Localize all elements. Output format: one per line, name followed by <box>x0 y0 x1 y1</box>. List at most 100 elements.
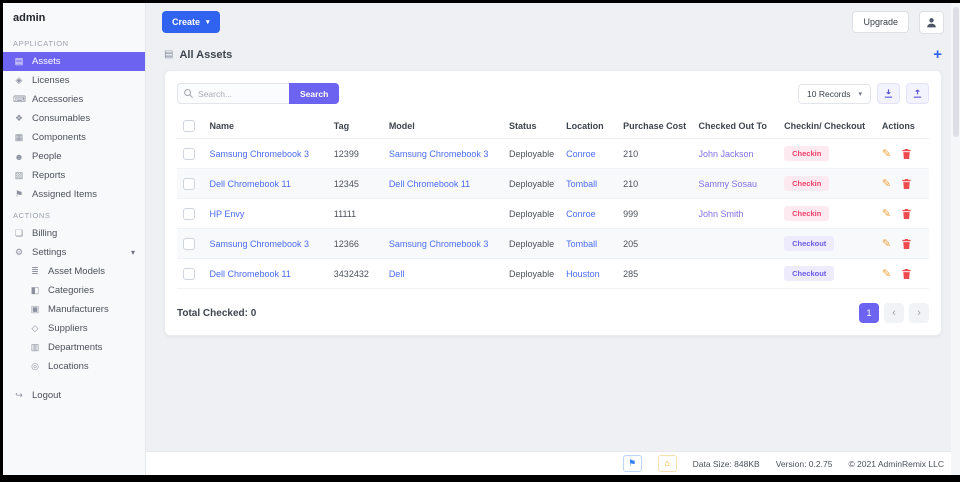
scrollbar-thumb[interactable] <box>952 7 959 137</box>
asset-purchase-cost: 205 <box>617 228 693 259</box>
asset-tag: 12399 <box>327 138 383 169</box>
data-size-text: Data Size: 848KB <box>692 458 760 469</box>
row-checkbox[interactable] <box>183 207 195 220</box>
delete-icon[interactable] <box>901 268 912 280</box>
asset-model-link[interactable]: Dell <box>382 258 504 289</box>
asset-location-link[interactable]: Conroe <box>560 138 618 169</box>
scrollbar[interactable] <box>951 3 960 475</box>
sidebar-item-asset-models[interactable]: ≣ Asset Models <box>3 262 145 281</box>
delete-icon[interactable] <box>901 238 912 250</box>
column-header-name: Name <box>203 114 328 139</box>
delete-icon[interactable] <box>901 208 912 220</box>
select-all-checkbox[interactable] <box>183 120 195 132</box>
add-asset-button[interactable]: + <box>933 47 942 62</box>
asset-name-link[interactable]: Dell Chromebook 11 <box>203 168 328 199</box>
sidebar-item-suppliers[interactable]: ◇ Suppliers <box>3 319 145 338</box>
edit-icon[interactable]: ✎ <box>882 178 891 190</box>
asset-location-link[interactable]: Conroe <box>560 198 618 229</box>
export-button[interactable] <box>877 83 900 104</box>
user-avatar-button[interactable] <box>919 10 944 34</box>
download-icon <box>884 89 893 98</box>
sidebar-item-licenses[interactable]: ◈ Licenses <box>3 71 145 90</box>
checked-out-to-link[interactable]: John Smith <box>692 198 779 229</box>
sidebar-item-label: Manufacturers <box>48 304 109 315</box>
checkin-checkout-button[interactable]: Checkin <box>784 146 830 161</box>
next-page-button[interactable]: › <box>909 303 929 323</box>
statusbar-flag-button[interactable]: ⚑ <box>622 455 642 472</box>
sidebar-item-manufacturers[interactable]: ▣ Manufacturers <box>3 300 145 319</box>
checkin-checkout-button[interactable]: Checkin <box>784 176 830 191</box>
asset-status: Deployable <box>503 198 561 229</box>
chip-icon: ▦ <box>14 132 24 142</box>
asset-location-link[interactable]: Tomball <box>560 228 618 259</box>
asset-name-link[interactable]: Samsung Chromebook 3 <box>203 138 328 169</box>
edit-icon[interactable]: ✎ <box>882 148 891 160</box>
row-checkbox[interactable] <box>183 237 195 250</box>
sidebar-item-assets[interactable]: ▤ Assets <box>3 52 145 71</box>
sidebar-item-people[interactable]: ☻ People <box>3 147 145 166</box>
gear-icon: ⚙ <box>14 247 24 257</box>
asset-name-link[interactable]: HP Envy <box>203 198 328 229</box>
keyboard-icon: ⌨ <box>13 94 26 104</box>
search-button[interactable]: Search <box>289 83 340 104</box>
chevron-down-icon: ▾ <box>206 19 210 26</box>
checked-out-to-link[interactable] <box>692 228 779 259</box>
checkin-checkout-button[interactable]: Checkout <box>784 266 835 281</box>
asset-model-link[interactable] <box>382 198 504 229</box>
records-select[interactable]: 10 Records ▾ <box>798 83 871 104</box>
asset-model-link[interactable]: Dell Chromebook 11 <box>382 168 504 199</box>
page-number-button[interactable]: 1 <box>859 303 879 323</box>
sidebar-item-label: Departments <box>48 342 103 353</box>
checkin-checkout-button[interactable]: Checkout <box>784 236 835 251</box>
asset-model-link[interactable]: Samsung Chromebook 3 <box>382 228 504 259</box>
sidebar-item-billing[interactable]: ❏ Billing <box>3 224 145 243</box>
edit-icon[interactable]: ✎ <box>882 268 891 280</box>
checked-out-to-link[interactable] <box>692 258 779 289</box>
sidebar-item-reports[interactable]: ▨ Reports <box>3 166 145 185</box>
asset-tag: 12345 <box>327 168 383 199</box>
edit-icon[interactable]: ✎ <box>882 238 891 250</box>
delete-icon[interactable] <box>901 178 912 190</box>
import-button[interactable] <box>906 83 929 104</box>
sidebar-item-categories[interactable]: ◧ Categories <box>3 281 145 300</box>
checkin-checkout-button[interactable]: Checkin <box>784 206 830 221</box>
sidebar-item-accessories[interactable]: ⌨ Accessories <box>3 90 145 109</box>
edit-icon[interactable]: ✎ <box>882 208 891 220</box>
total-checked-label: Total Checked: <box>177 307 248 319</box>
create-button[interactable]: Create ▾ <box>162 11 220 33</box>
page-title: ▤ All Assets <box>164 49 232 61</box>
sidebar-item-label: Assigned Items <box>32 189 97 200</box>
asset-name-link[interactable]: Samsung Chromebook 3 <box>203 228 328 259</box>
checked-out-to-link[interactable]: Sammy Sosau <box>692 168 779 199</box>
assets-table: Name Tag Model Status Location Purchase … <box>177 114 929 289</box>
consumables-icon: ❖ <box>14 113 24 123</box>
asset-location-link[interactable]: Tomball <box>560 168 618 199</box>
sidebar-item-consumables[interactable]: ❖ Consumables <box>3 109 145 128</box>
statusbar-home-button[interactable]: ⌂ <box>657 455 677 472</box>
upgrade-button[interactable]: Upgrade <box>852 11 909 33</box>
checked-out-to-link[interactable]: John Jackson <box>692 138 779 169</box>
sidebar-item-label: Consumables <box>32 113 91 124</box>
sidebar-item-logout[interactable]: ↪ Logout <box>3 386 145 405</box>
asset-name-link[interactable]: Dell Chromebook 11 <box>203 258 328 289</box>
asset-model-link[interactable]: Samsung Chromebook 3 <box>382 138 504 169</box>
main-content: Create ▾ Upgrade ▤ All Assets + Search..… <box>146 3 960 475</box>
sidebar-item-assigned-items[interactable]: ⚑ Assigned Items <box>3 185 145 204</box>
license-icon: ◈ <box>15 75 23 85</box>
chevron-down-icon: ▾ <box>130 248 135 257</box>
asset-location-link[interactable]: Houston <box>560 258 618 289</box>
sidebar: admin APPLICATION ▤ Assets ◈ Licenses ⌨ … <box>3 3 146 475</box>
sidebar-item-components[interactable]: ▦ Components <box>3 128 145 147</box>
row-checkbox[interactable] <box>183 147 195 160</box>
assets-icon: ▤ <box>14 56 24 66</box>
column-header-tag: Tag <box>327 114 383 139</box>
previous-page-button[interactable]: ‹ <box>884 303 904 323</box>
row-checkbox[interactable] <box>183 177 195 190</box>
brand-title: admin <box>13 12 46 24</box>
row-checkbox[interactable] <box>183 267 195 280</box>
sidebar-item-locations[interactable]: ◎ Locations <box>3 357 145 376</box>
delete-icon[interactable] <box>901 148 912 160</box>
sidebar-item-settings[interactable]: ⚙ Settings ▾ <box>3 243 145 262</box>
table-row: Dell Chromebook 11 12345 Dell Chromebook… <box>177 168 929 199</box>
sidebar-item-departments[interactable]: ▥ Departments <box>3 338 145 357</box>
